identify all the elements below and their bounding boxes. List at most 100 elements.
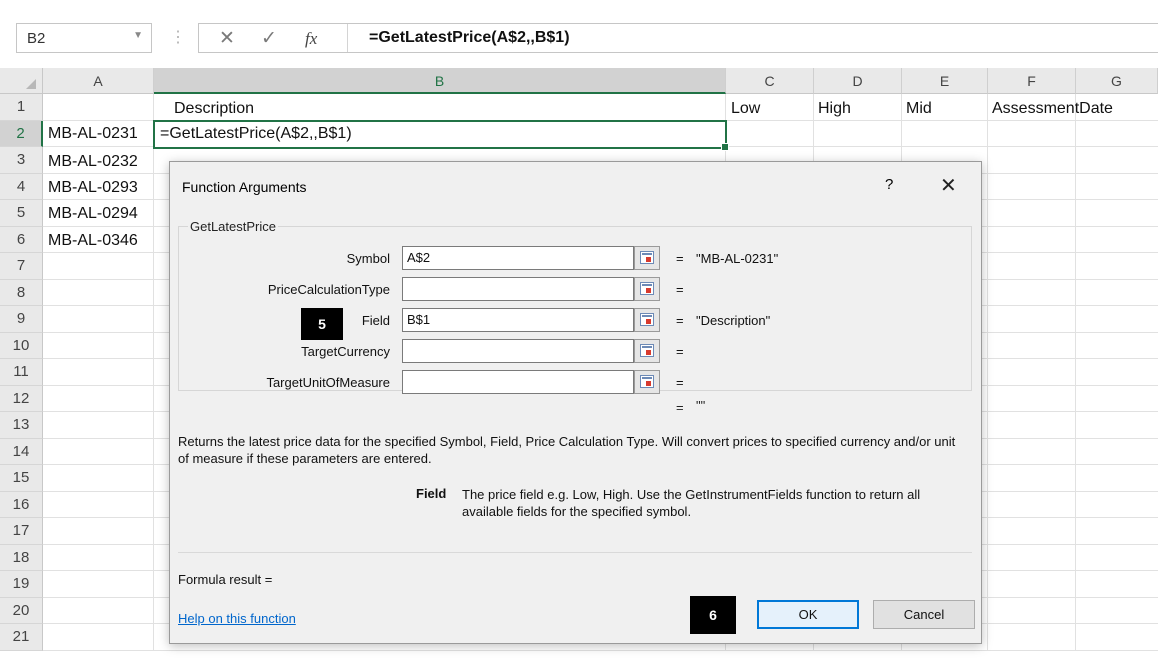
collapse-dialog-button-targetcurrency[interactable] (634, 339, 660, 363)
drag-handle-icon[interactable]: ⋮ (170, 27, 186, 47)
cell-f1[interactable]: AssessmentDate (992, 100, 1113, 118)
fill-handle[interactable] (721, 143, 729, 151)
row-header-20[interactable]: 20 (0, 597, 43, 624)
cell-a2[interactable]: MB-AL-0231 (48, 125, 138, 143)
row-header-5[interactable]: 5 (0, 200, 43, 227)
chevron-down-icon[interactable]: ▼ (133, 30, 143, 41)
range-select-icon (640, 375, 654, 388)
formula-box[interactable]: ✕ ✓ fx =GetLatestPrice(A$2,,B$1) (198, 23, 1158, 53)
arg-input-targetunitofmeasure[interactable] (402, 370, 634, 394)
close-icon[interactable]: ✕ (940, 173, 957, 198)
formula-divider (347, 24, 348, 52)
overall-eq: = (676, 400, 684, 415)
help-on-function-link[interactable]: Help on this function (178, 611, 296, 626)
active-cell-text: =GetLatestPrice(A$2,,B$1) (160, 125, 352, 142)
help-icon[interactable]: ? (885, 176, 893, 193)
arg-eq-targetcurrency: = (676, 344, 684, 359)
row-header-19[interactable]: 19 (0, 571, 43, 598)
column-header-a[interactable]: A (43, 68, 154, 94)
cancel-button[interactable]: Cancel (873, 600, 975, 629)
select-all-icon (26, 79, 36, 89)
arg-eq-pricecalculationtype: = (676, 282, 684, 297)
cell-b1[interactable]: Description (174, 100, 254, 118)
function-arguments-dialog: Function Arguments ? ✕ GetLatestPrice Sy… (169, 161, 982, 644)
column-header-b[interactable]: B (154, 68, 726, 94)
cell-c1[interactable]: Low (731, 100, 760, 118)
arg-label-symbol: Symbol (346, 251, 390, 266)
row-header-9[interactable]: 9 (0, 306, 43, 333)
row-header-17[interactable]: 17 (0, 518, 43, 545)
cell-a5[interactable]: MB-AL-0294 (48, 205, 138, 223)
overall-result: "" (696, 398, 706, 413)
arg-eq-symbol: = (676, 251, 684, 266)
arg-eq-targetunitofmeasure: = (676, 375, 684, 390)
arg-result-symbol: "MB-AL-0231" (696, 251, 779, 266)
range-select-icon (640, 344, 654, 357)
insert-function-icon[interactable]: fx (305, 29, 317, 49)
arg-label-targetunitofmeasure: TargetUnitOfMeasure (266, 375, 390, 390)
ok-button[interactable]: OK (757, 600, 859, 629)
collapse-dialog-button-symbol[interactable] (634, 246, 660, 270)
column-gridline (153, 94, 154, 651)
row-header-4[interactable]: 4 (0, 173, 43, 200)
cell-a3[interactable]: MB-AL-0232 (48, 153, 138, 171)
arg-input-targetcurrency[interactable] (402, 339, 634, 363)
row-header-15[interactable]: 15 (0, 465, 43, 492)
column-gridline (987, 94, 988, 651)
arg-label-field: Field (361, 313, 390, 328)
cell-a4[interactable]: MB-AL-0293 (48, 179, 138, 197)
column-header-f[interactable]: F (988, 68, 1076, 94)
range-select-icon (640, 282, 654, 295)
row-header-12[interactable]: 12 (0, 385, 43, 412)
row-header-16[interactable]: 16 (0, 491, 43, 518)
arg-input-field[interactable]: B$1 (402, 308, 634, 332)
column-header-e[interactable]: E (902, 68, 988, 94)
row-header-2[interactable]: 2 (0, 120, 43, 147)
column-header-d[interactable]: D (814, 68, 902, 94)
range-select-icon (640, 251, 654, 264)
arg-eq-field: = (676, 313, 684, 328)
current-arg-name: Field (416, 486, 447, 501)
function-description: Returns the latest price data for the sp… (178, 434, 956, 466)
collapse-dialog-button-targetunitofmeasure[interactable] (634, 370, 660, 394)
row-header-6[interactable]: 6 (0, 226, 43, 253)
cell-d1[interactable]: High (818, 100, 851, 118)
cell-e1[interactable]: Mid (906, 100, 932, 118)
column-header-g[interactable]: G (1076, 68, 1158, 94)
formula-result-label: Formula result = (178, 572, 273, 587)
row-header-8[interactable]: 8 (0, 279, 43, 306)
active-cell-b2[interactable]: =GetLatestPrice(A$2,,B$1) (153, 120, 729, 151)
row-header-3[interactable]: 3 (0, 147, 43, 174)
cell-a6[interactable]: MB-AL-0346 (48, 232, 138, 250)
row-header-1[interactable]: 1 (0, 94, 43, 121)
arg-label-targetcurrency: TargetCurrency (301, 344, 390, 359)
dialog-title: Function Arguments (182, 179, 307, 195)
row-header-11[interactable]: 11 (0, 359, 43, 386)
row-header-18[interactable]: 18 (0, 544, 43, 571)
formula-bar: B2 ▼ ⋮ ✕ ✓ fx =GetLatestPrice(A$2,,B$1) (0, 0, 1158, 78)
formula-text[interactable]: =GetLatestPrice(A$2,,B$1) (369, 29, 570, 47)
select-all-corner[interactable] (0, 68, 43, 94)
row-header-10[interactable]: 10 (0, 332, 43, 359)
arg-result-field: "Description" (696, 313, 771, 328)
range-select-icon (640, 313, 654, 326)
collapse-dialog-button-field[interactable] (634, 308, 660, 332)
row-header-14[interactable]: 14 (0, 438, 43, 465)
dialog-divider (178, 552, 972, 553)
current-arg-description: The price field e.g. Low, High. Use the … (462, 487, 921, 519)
arg-input-pricecalculationtype[interactable] (402, 277, 634, 301)
collapse-dialog-button-pricecalculationtype[interactable] (634, 277, 660, 301)
column-gridline (1075, 94, 1076, 651)
arg-input-symbol[interactable]: A$2 (402, 246, 634, 270)
row-header-21[interactable]: 21 (0, 624, 43, 651)
column-header-c[interactable]: C (726, 68, 814, 94)
function-name-label: GetLatestPrice (188, 219, 278, 234)
arg-label-pricecalculationtype: PriceCalculationType (267, 282, 390, 297)
row-header-13[interactable]: 13 (0, 412, 43, 439)
cancel-icon[interactable]: ✕ (219, 27, 235, 50)
name-box-value: B2 (27, 30, 46, 47)
name-box[interactable]: B2 ▼ (16, 23, 152, 53)
row-gridline (43, 649, 1158, 651)
row-header-7[interactable]: 7 (0, 253, 43, 280)
enter-icon[interactable]: ✓ (261, 27, 277, 50)
